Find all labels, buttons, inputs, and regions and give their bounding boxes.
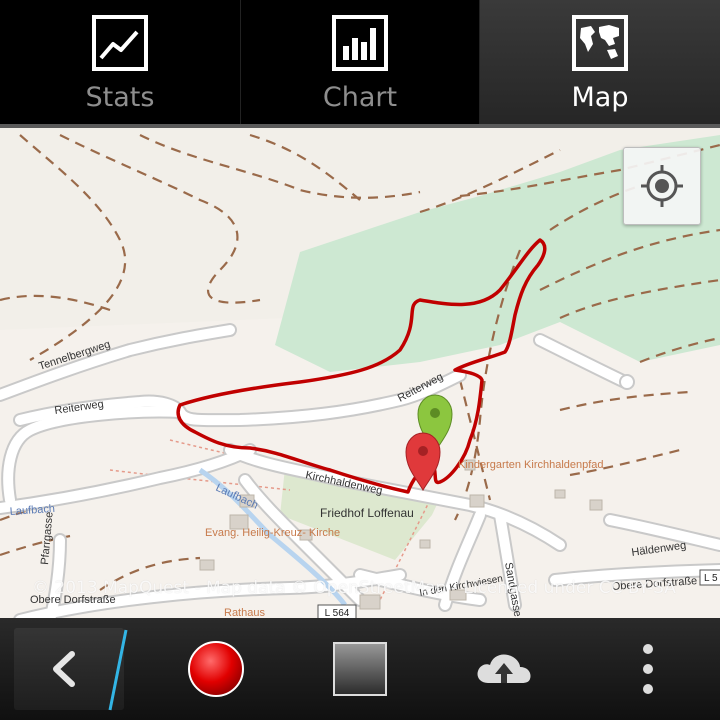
shield-l5-text: L 5 bbox=[704, 573, 718, 584]
record-icon bbox=[188, 641, 244, 697]
tab-map-label: Map bbox=[571, 82, 629, 113]
upload-button[interactable] bbox=[432, 618, 576, 720]
cloud-upload-icon bbox=[477, 654, 531, 683]
bar-chart-icon bbox=[332, 15, 388, 71]
tab-chart[interactable]: Chart bbox=[240, 0, 480, 124]
tab-divider bbox=[240, 0, 241, 124]
crosshair-icon bbox=[641, 165, 683, 207]
tab-chart-label: Chart bbox=[322, 82, 398, 113]
label-kindergarten: Kindergarten Kirchhaldenpfad bbox=[458, 459, 604, 471]
map-attribution: © 2013 MapQuest - Map data © OpenStreetM… bbox=[32, 578, 676, 598]
map-canvas: Tennelbergweg Reiterweg Reiterweg Kirchh… bbox=[0, 133, 720, 618]
bottom-toolbar bbox=[0, 618, 720, 720]
tab-map[interactable]: Map bbox=[480, 0, 720, 124]
record-button[interactable] bbox=[144, 618, 288, 720]
world-map-icon bbox=[572, 15, 628, 71]
back-button[interactable] bbox=[0, 618, 144, 720]
map-view[interactable]: Tennelbergweg Reiterweg Reiterweg Kirchh… bbox=[0, 128, 720, 618]
cul-de-sac bbox=[619, 374, 635, 390]
road-shield-l564: L 564 bbox=[317, 604, 357, 618]
line-chart-icon bbox=[92, 15, 148, 71]
label-friedhof: Friedhof Loffenau bbox=[320, 506, 414, 520]
shield-l564-text: L 564 bbox=[325, 608, 350, 618]
overflow-menu-icon bbox=[643, 644, 653, 694]
label-rathaus: Rathaus bbox=[224, 607, 265, 618]
label-kirche-text: Evang. Heilig-Kreuz- Kirche bbox=[205, 527, 340, 539]
my-location-button[interactable] bbox=[623, 147, 701, 225]
stop-button[interactable] bbox=[288, 618, 432, 720]
tab-bar: Stats Chart Map bbox=[0, 0, 720, 128]
stop-icon bbox=[333, 642, 387, 696]
label-kirche: Evang. Heilig-Kreuz- Kirche bbox=[205, 527, 340, 539]
road-shield-l5: L 5 bbox=[699, 569, 720, 586]
tab-stats-label: Stats bbox=[85, 82, 155, 113]
tab-stats[interactable]: Stats bbox=[0, 0, 240, 124]
chevron-left-icon bbox=[53, 629, 128, 711]
tab-divider bbox=[479, 0, 480, 124]
overflow-menu-button[interactable] bbox=[576, 618, 720, 720]
